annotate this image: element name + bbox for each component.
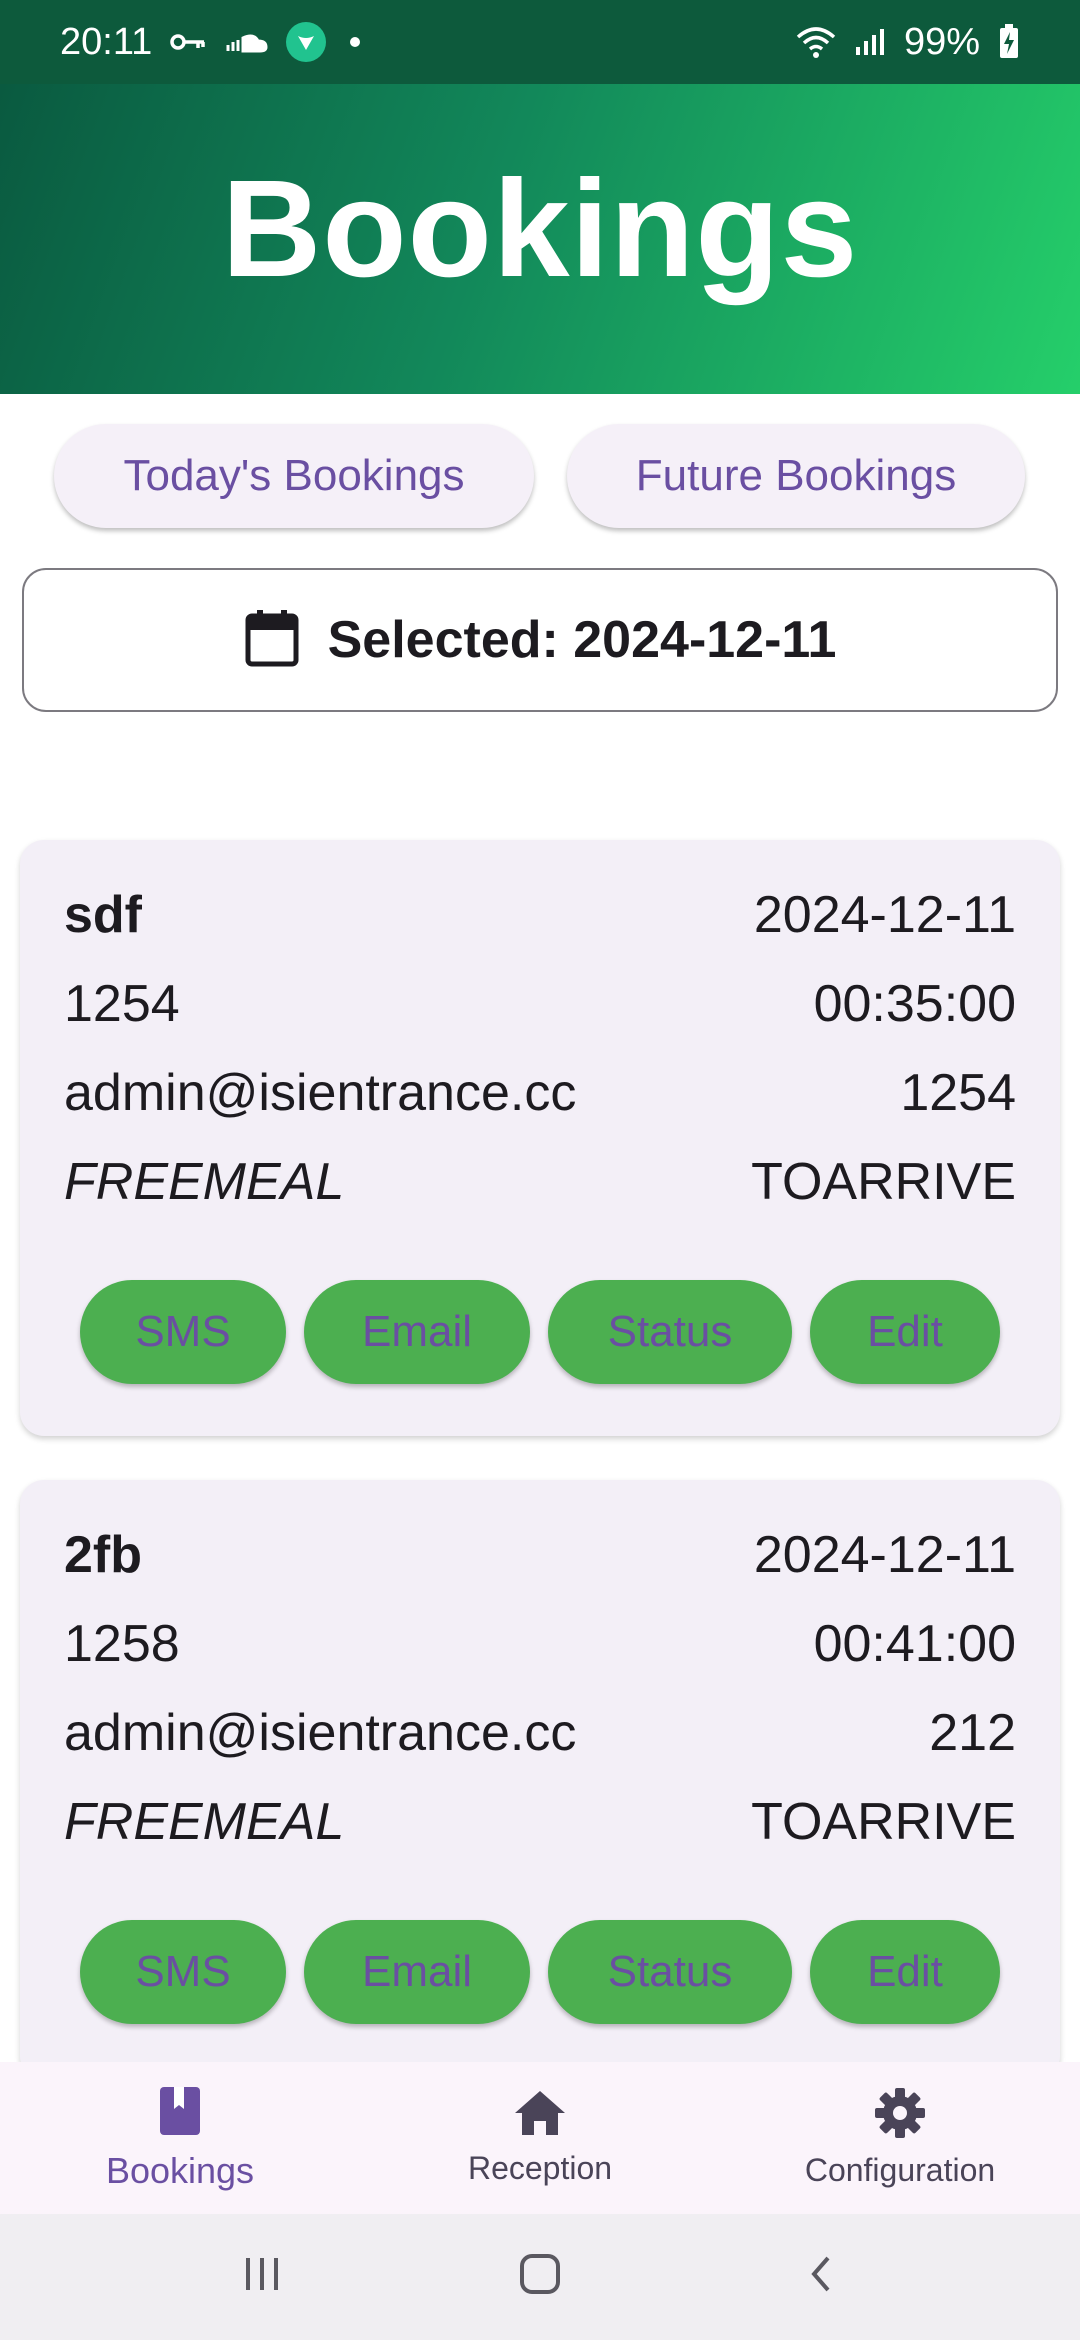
booking-status: TOARRIVE [751, 1153, 1016, 1211]
signal-icon [854, 27, 886, 57]
booking-email: admin@isientrance.cc [64, 1704, 577, 1762]
sms-button[interactable]: SMS [80, 1280, 286, 1384]
email-button[interactable]: Email [304, 1920, 530, 2024]
status-button[interactable]: Status [548, 1280, 792, 1384]
date-selector-button[interactable]: Selected: 2024-12-11 [22, 568, 1058, 712]
card-row-name: sdf 2024-12-11 [64, 880, 1016, 950]
clock: 20:11 [60, 20, 153, 63]
battery-percent: 99% [903, 20, 980, 63]
card-row-email: admin@isientrance.cc 212 [64, 1698, 1016, 1768]
recent-apps-icon[interactable] [240, 2252, 284, 2296]
nav-label-configuration: Configuration [804, 2152, 996, 2188]
battery-charging-icon [998, 24, 1020, 60]
wifi-icon [796, 25, 836, 59]
edit-button[interactable]: Edit [810, 1280, 1000, 1384]
booking-id: 1254 [64, 975, 180, 1033]
nav-label-reception: Reception [467, 2150, 613, 2186]
sms-button[interactable]: SMS [80, 1920, 286, 2024]
status-bar: 20:11 99% [0, 0, 1080, 84]
booking-date: 2024-12-11 [753, 1526, 1016, 1584]
selected-date-label: Selected: 2024-12-11 [327, 611, 837, 669]
booking-number: 1254 [900, 1064, 1016, 1122]
card-row-email: admin@isientrance.cc 1254 [64, 1058, 1016, 1128]
status-button[interactable]: Status [548, 1920, 792, 2024]
nav-item-bookings[interactable]: Bookings [60, 2062, 300, 2214]
book-icon [158, 2085, 202, 2142]
email-button[interactable]: Email [304, 1280, 530, 1384]
booking-card: sdf 2024-12-11 1254 00:35:00 admin@isien… [20, 840, 1060, 1436]
edit-button[interactable]: Edit [810, 1920, 1000, 2024]
gear-icon [874, 2087, 926, 2144]
booking-time: 00:41:00 [813, 1615, 1016, 1673]
todays-bookings-button[interactable]: Today's Bookings [54, 424, 534, 528]
card-row-type: FREEMEAL TOARRIVE [64, 1147, 1016, 1217]
booking-status: TOARRIVE [751, 1793, 1016, 1851]
bottom-navigation: Bookings Reception Configuration [0, 2062, 1080, 2214]
future-bookings-button[interactable]: Future Bookings [567, 424, 1025, 528]
app-header: Bookings [0, 84, 1080, 394]
key-icon [170, 31, 206, 53]
booking-id: 1258 [64, 1615, 180, 1673]
booking-card: 2fb 2024-12-11 1258 00:41:00 admin@isien… [20, 1480, 1060, 2080]
home-button-icon[interactable] [518, 2252, 562, 2296]
booking-number: 212 [929, 1704, 1016, 1762]
status-right: 99% [796, 21, 1020, 64]
booking-type: FREEMEAL [64, 1153, 345, 1211]
calendar-icon [244, 608, 300, 673]
card-row-type: FREEMEAL TOARRIVE [64, 1787, 1016, 1857]
booking-type: FREEMEAL [64, 1793, 345, 1851]
dot-icon [350, 37, 361, 47]
app-notification-icon [286, 22, 327, 62]
nav-item-configuration[interactable]: Configuration [770, 2062, 1030, 2214]
page-title: Bookings [221, 151, 859, 306]
booking-name: 2fb [64, 1526, 142, 1584]
cloud-icon [224, 31, 268, 53]
booking-date: 2024-12-11 [753, 886, 1016, 944]
nav-label-bookings: Bookings [105, 2149, 255, 2191]
booking-time: 00:35:00 [813, 975, 1016, 1033]
booking-name: sdf [64, 886, 142, 944]
home-icon [513, 2089, 567, 2142]
card-row-name: 2fb 2024-12-11 [64, 1520, 1016, 1590]
card-row-id: 1258 00:41:00 [64, 1609, 1016, 1679]
status-left: 20:11 [60, 20, 361, 64]
system-navigation-bar [0, 2214, 1080, 2340]
booking-email: admin@isientrance.cc [64, 1064, 577, 1122]
nav-item-reception[interactable]: Reception [420, 2062, 660, 2214]
back-icon[interactable] [800, 2252, 844, 2296]
card-row-id: 1254 00:35:00 [64, 969, 1016, 1039]
